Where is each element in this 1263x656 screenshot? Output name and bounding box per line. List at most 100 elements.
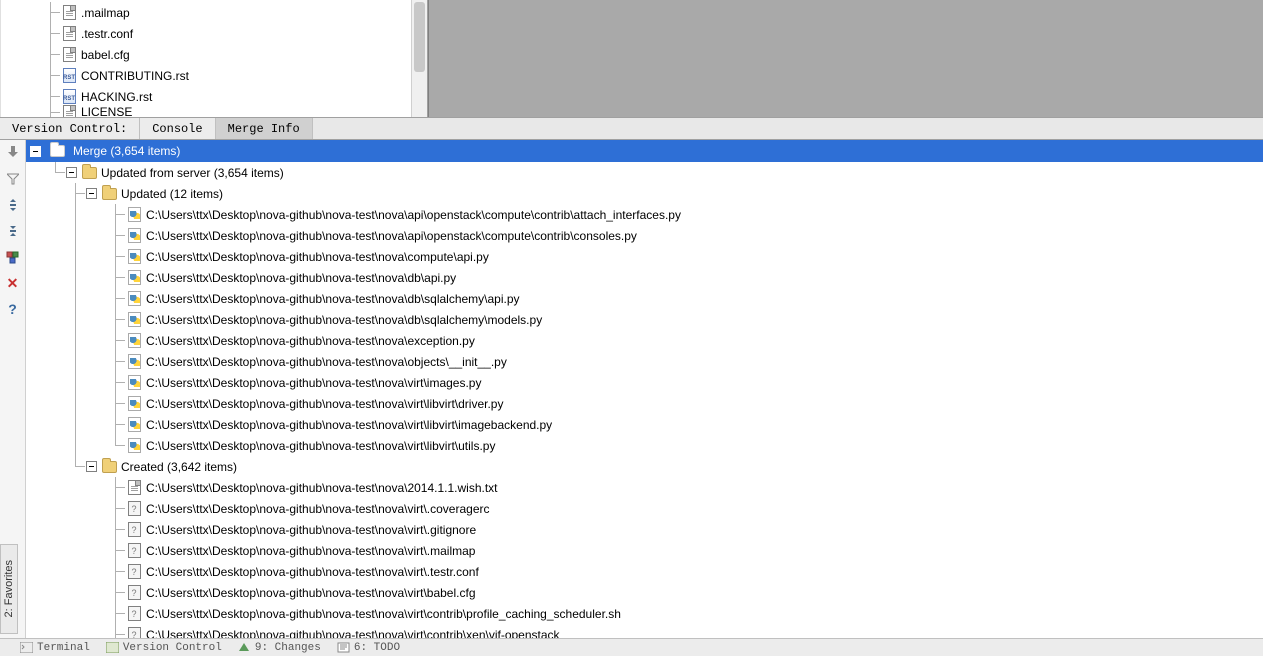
collapse-all-button[interactable] (3, 221, 23, 241)
tree-label: C:\Users\ttx\Desktop\nova-github\nova-te… (146, 502, 489, 516)
file-icon (61, 5, 77, 21)
python-file-icon (126, 312, 142, 328)
collapse-icon[interactable] (86, 461, 97, 472)
project-tree-item[interactable]: .mailmap (1, 2, 427, 23)
file-name: CONTRIBUTING.rst (81, 69, 189, 83)
file-icon (61, 26, 77, 42)
tree-label: C:\Users\ttx\Desktop\nova-github\nova-te… (146, 607, 621, 621)
merge-root-row[interactable]: Merge (3,654 items) (26, 140, 1263, 162)
tree-label: Created (3,642 items) (121, 460, 237, 474)
project-tree-item[interactable]: .testr.conf (1, 23, 427, 44)
tree-row[interactable]: C:\Users\ttx\Desktop\nova-github\nova-te… (26, 288, 1263, 309)
python-file-icon (126, 333, 142, 349)
tab-merge-info[interactable]: Merge Info (216, 118, 313, 139)
favorites-label: 2: Favorites (3, 560, 15, 617)
help-button[interactable]: ? (3, 299, 23, 319)
tree-label: C:\Users\ttx\Desktop\nova-github\nova-te… (146, 355, 507, 369)
tree-row[interactable]: C:\Users\ttx\Desktop\nova-github\nova-te… (26, 414, 1263, 435)
status-bar: Terminal Version Control 9: Changes 6: T… (0, 638, 1263, 656)
unknown-file-icon (126, 522, 142, 538)
project-tree-item[interactable]: babel.cfg (1, 44, 427, 65)
tree-label: C:\Users\ttx\Desktop\nova-github\nova-te… (146, 523, 476, 537)
collapse-icon[interactable] (86, 188, 97, 199)
tree-label: C:\Users\ttx\Desktop\nova-github\nova-te… (146, 439, 495, 453)
tree-row[interactable]: C:\Users\ttx\Desktop\nova-github\nova-te… (26, 603, 1263, 624)
tree-row[interactable]: C:\Users\ttx\Desktop\nova-github\nova-te… (26, 330, 1263, 351)
project-tree-item[interactable]: LICENSE (1, 107, 427, 117)
collapse-icon[interactable] (66, 167, 77, 178)
tree-row[interactable]: C:\Users\ttx\Desktop\nova-github\nova-te… (26, 393, 1263, 414)
tree-label: C:\Users\ttx\Desktop\nova-github\nova-te… (146, 208, 681, 222)
python-file-icon (126, 270, 142, 286)
tree-label: C:\Users\ttx\Desktop\nova-github\nova-te… (146, 334, 475, 348)
tree-row[interactable]: C:\Users\ttx\Desktop\nova-github\nova-te… (26, 309, 1263, 330)
tree-row[interactable]: C:\Users\ttx\Desktop\nova-github\nova-te… (26, 351, 1263, 372)
unknown-file-icon (126, 585, 142, 601)
favorites-tool-button[interactable]: 2: Favorites (0, 544, 18, 634)
text-file-icon (126, 480, 142, 496)
tree-label: C:\Users\ttx\Desktop\nova-github\nova-te… (146, 565, 479, 579)
tree-row[interactable]: C:\Users\ttx\Desktop\nova-github\nova-te… (26, 435, 1263, 456)
tree-row[interactable]: C:\Users\ttx\Desktop\nova-github\nova-te… (26, 582, 1263, 603)
file-icon (61, 47, 77, 63)
tree-label: C:\Users\ttx\Desktop\nova-github\nova-te… (146, 229, 637, 243)
tree-label: Updated (12 items) (121, 187, 223, 201)
tree-row[interactable]: Updated from server (3,654 items) (26, 162, 1263, 183)
python-file-icon (126, 354, 142, 370)
merge-root-label: Merge (3,654 items) (73, 144, 180, 158)
file-name: babel.cfg (81, 48, 130, 62)
file-name: LICENSE (81, 105, 132, 117)
status-changes[interactable]: 9: Changes (238, 642, 321, 654)
editor-area (428, 0, 1263, 117)
python-file-icon (126, 375, 142, 391)
changes-icon (238, 642, 251, 653)
status-terminal[interactable]: Terminal (20, 642, 90, 654)
project-tree[interactable]: .mailmap .testr.conf babel.cfg CONTRIBUTING… (0, 0, 428, 117)
status-todo[interactable]: 6: TODO (337, 642, 400, 654)
tree-row[interactable]: Updated (12 items) (26, 183, 1263, 204)
group-button[interactable] (3, 247, 23, 267)
file-icon (61, 104, 77, 117)
tree-label: C:\Users\ttx\Desktop\nova-github\nova-te… (146, 418, 552, 432)
python-file-icon (126, 228, 142, 244)
file-name: .mailmap (81, 6, 130, 20)
file-icon (61, 68, 77, 84)
delete-button[interactable]: ✕ (3, 273, 23, 293)
tab-version-control[interactable]: Version Control: (0, 118, 140, 139)
project-tree-item[interactable]: CONTRIBUTING.rst (1, 65, 427, 86)
goto-source-button[interactable] (3, 143, 23, 163)
expand-all-button[interactable] (3, 195, 23, 215)
tree-label: C:\Users\ttx\Desktop\nova-github\nova-te… (146, 376, 481, 390)
folder-icon (101, 186, 117, 202)
tab-console[interactable]: Console (140, 118, 215, 139)
tree-row[interactable]: C:\Users\ttx\Desktop\nova-github\nova-te… (26, 225, 1263, 246)
tree-row[interactable]: Created (3,642 items) (26, 456, 1263, 477)
merge-tree[interactable]: Merge (3,654 items) Updated from server … (26, 140, 1263, 638)
filter-button[interactable] (3, 169, 23, 189)
tree-row[interactable]: C:\Users\ttx\Desktop\nova-github\nova-te… (26, 561, 1263, 582)
folder-icon (101, 459, 117, 475)
vcs-icon (106, 642, 119, 653)
tree-label: Updated from server (3,654 items) (101, 166, 284, 180)
tree-row[interactable]: C:\Users\ttx\Desktop\nova-github\nova-te… (26, 498, 1263, 519)
tree-row[interactable]: C:\Users\ttx\Desktop\nova-github\nova-te… (26, 624, 1263, 638)
tree-row[interactable]: C:\Users\ttx\Desktop\nova-github\nova-te… (26, 267, 1263, 288)
tree-label: C:\Users\ttx\Desktop\nova-github\nova-te… (146, 250, 489, 264)
folder-icon (81, 165, 97, 181)
tool-window-tabs: Version Control: Console Merge Info (0, 118, 1263, 140)
tree-row[interactable]: C:\Users\ttx\Desktop\nova-github\nova-te… (26, 204, 1263, 225)
tree-row[interactable]: C:\Users\ttx\Desktop\nova-github\nova-te… (26, 372, 1263, 393)
status-version-control[interactable]: Version Control (106, 642, 222, 654)
scrollbar[interactable] (411, 0, 427, 117)
tree-row[interactable]: C:\Users\ttx\Desktop\nova-github\nova-te… (26, 246, 1263, 267)
collapse-icon[interactable] (30, 146, 41, 157)
python-file-icon (126, 249, 142, 265)
python-file-icon (126, 417, 142, 433)
folder-icon (49, 143, 65, 159)
tree-row[interactable]: C:\Users\ttx\Desktop\nova-github\nova-te… (26, 540, 1263, 561)
tree-row[interactable]: C:\Users\ttx\Desktop\nova-github\nova-te… (26, 519, 1263, 540)
file-name: HACKING.rst (81, 90, 152, 104)
tree-row[interactable]: C:\Users\ttx\Desktop\nova-github\nova-te… (26, 477, 1263, 498)
tree-label: C:\Users\ttx\Desktop\nova-github\nova-te… (146, 628, 560, 639)
file-icon (61, 89, 77, 105)
